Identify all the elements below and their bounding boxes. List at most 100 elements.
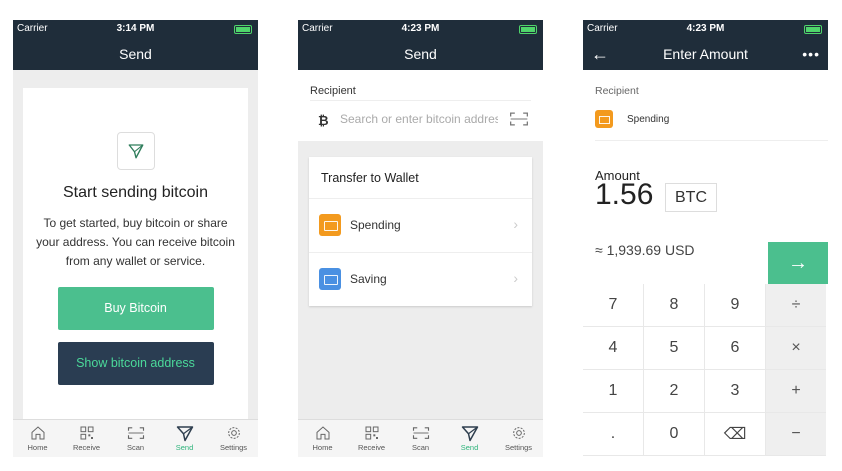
more-options-icon[interactable]: •••	[802, 39, 820, 70]
page-title: Send	[404, 46, 437, 62]
tab-receive[interactable]: Receive	[347, 420, 396, 457]
empty-description: To get started, buy bitcoin or share you…	[36, 216, 235, 268]
key-0[interactable]: 0	[644, 413, 705, 456]
recipient-label: Recipient	[310, 85, 356, 97]
qr-code-icon	[62, 423, 111, 443]
tab-label: Settings	[219, 443, 248, 452]
page-title: Enter Amount	[663, 46, 748, 62]
tab-label: Receive	[72, 443, 101, 452]
empty-state-card: Start sending bitcoin To get started, bu…	[23, 88, 248, 420]
tab-send[interactable]: Send	[445, 420, 494, 457]
chevron-right-icon: ›	[513, 270, 518, 286]
key-minus[interactable]: −	[766, 413, 826, 456]
tab-bar: Home Receive Scan Send Settings	[298, 419, 543, 457]
tab-label: Home	[27, 443, 48, 452]
wallet-icon	[595, 110, 613, 128]
amount-value: 1.56	[595, 178, 654, 211]
key-3[interactable]: 3	[705, 370, 766, 413]
send-icon	[160, 423, 209, 443]
tab-scan[interactable]: Scan	[396, 420, 445, 457]
status-bar: Carrier 4:23 PM	[583, 20, 828, 39]
unit-toggle[interactable]: BTC	[665, 183, 717, 212]
key-2[interactable]: 2	[644, 370, 705, 413]
fiat-equivalent: ≈ 1,939.69 USD	[595, 242, 695, 258]
keypad: 7 8 9 ÷ 4 5 6 × 1 2 3 + . 0 ⌫ −	[583, 284, 828, 457]
clock: 4:23 PM	[401, 23, 440, 34]
card-title: Transfer to Wallet	[309, 157, 532, 199]
wallet-label: Saving	[350, 272, 387, 286]
recipient-section: Recipient ₿	[298, 70, 543, 141]
wallet-label: Spending	[350, 218, 401, 232]
back-arrow-icon[interactable]: ←	[591, 39, 609, 70]
nav-bar: Send	[298, 39, 543, 70]
tab-scan[interactable]: Scan	[111, 420, 160, 457]
recipient-wallet: Spending	[627, 114, 670, 125]
battery-icon	[519, 25, 537, 34]
tab-label: Settings	[504, 443, 533, 452]
tab-label: Send	[175, 443, 194, 452]
tab-home[interactable]: Home	[298, 420, 347, 457]
divider	[595, 140, 828, 141]
key-6[interactable]: 6	[705, 327, 766, 370]
send-icon	[445, 423, 494, 443]
next-button[interactable]: →	[768, 242, 828, 284]
tab-bar: Home Receive Scan Send Settings	[13, 419, 258, 457]
nav-bar: Send	[13, 39, 258, 70]
key-divide[interactable]: ÷	[766, 284, 826, 327]
wallet-row-saving[interactable]: Saving ›	[309, 253, 532, 306]
home-icon	[298, 423, 347, 443]
tab-label: Scan	[411, 443, 430, 452]
qr-code-icon	[347, 423, 396, 443]
status-bar: Carrier 3:14 PM	[13, 20, 258, 39]
nav-bar: ← Enter Amount •••	[583, 39, 828, 70]
key-multiply[interactable]: ×	[766, 327, 826, 370]
key-8[interactable]: 8	[644, 284, 705, 327]
tab-home[interactable]: Home	[13, 420, 62, 457]
battery-icon	[804, 25, 822, 34]
tab-settings[interactable]: Settings	[209, 420, 258, 457]
battery-icon	[234, 25, 252, 34]
key-7[interactable]: 7	[583, 284, 644, 327]
key-1[interactable]: 1	[583, 370, 644, 413]
key-plus[interactable]: +	[766, 370, 826, 413]
wallet-icon	[319, 214, 341, 236]
clock: 3:14 PM	[116, 23, 155, 34]
content-area: Start sending bitcoin To get started, bu…	[13, 70, 258, 420]
show-address-button[interactable]: Show bitcoin address	[57, 342, 214, 385]
content-area: Recipient Spending Amount 1.56 BTC ≈ 1,9…	[583, 70, 828, 457]
page-title: Send	[119, 46, 152, 62]
scan-icon	[111, 423, 160, 443]
tab-settings[interactable]: Settings	[494, 420, 543, 457]
send-icon	[116, 132, 155, 170]
gear-icon	[494, 423, 543, 443]
key-9[interactable]: 9	[705, 284, 766, 327]
empty-heading: Start sending bitcoin	[63, 184, 208, 201]
enter-amount-screen: Carrier 4:23 PM ← Enter Amount ••• Recip…	[583, 20, 828, 457]
status-bar: Carrier 4:23 PM	[298, 20, 543, 39]
wallet-row-spending[interactable]: Spending ›	[309, 199, 532, 253]
send-empty-screen: Carrier 3:14 PM Send Start sending bitco…	[13, 20, 258, 457]
tab-label: Scan	[126, 443, 145, 452]
transfer-to-wallet-card: Transfer to Wallet Spending › Saving ›	[309, 157, 532, 306]
recipient-search-input[interactable]	[340, 112, 498, 126]
recipient-search-row: ₿	[310, 100, 531, 141]
clock: 4:23 PM	[686, 23, 725, 34]
key-5[interactable]: 5	[644, 327, 705, 370]
tab-label: Send	[460, 443, 479, 452]
tab-send[interactable]: Send	[160, 420, 209, 457]
bitcoin-icon: ₿	[318, 113, 329, 128]
scan-icon	[396, 423, 445, 443]
tab-label: Receive	[357, 443, 386, 452]
wallet-icon	[319, 268, 341, 290]
buy-bitcoin-button[interactable]: Buy Bitcoin	[57, 287, 214, 330]
send-recipient-screen: Carrier 4:23 PM Send Recipient ₿ Transfe…	[298, 20, 543, 457]
tab-receive[interactable]: Receive	[62, 420, 111, 457]
tab-label: Home	[312, 443, 333, 452]
key-decimal[interactable]: .	[583, 413, 644, 456]
backspace-icon[interactable]: ⌫	[705, 413, 766, 456]
key-4[interactable]: 4	[583, 327, 644, 370]
content-area: Recipient ₿ Transfer to Wallet Spending …	[298, 70, 543, 420]
recipient-label: Recipient	[595, 85, 639, 97]
scan-qr-icon[interactable]	[509, 111, 529, 132]
gear-icon	[209, 423, 258, 443]
